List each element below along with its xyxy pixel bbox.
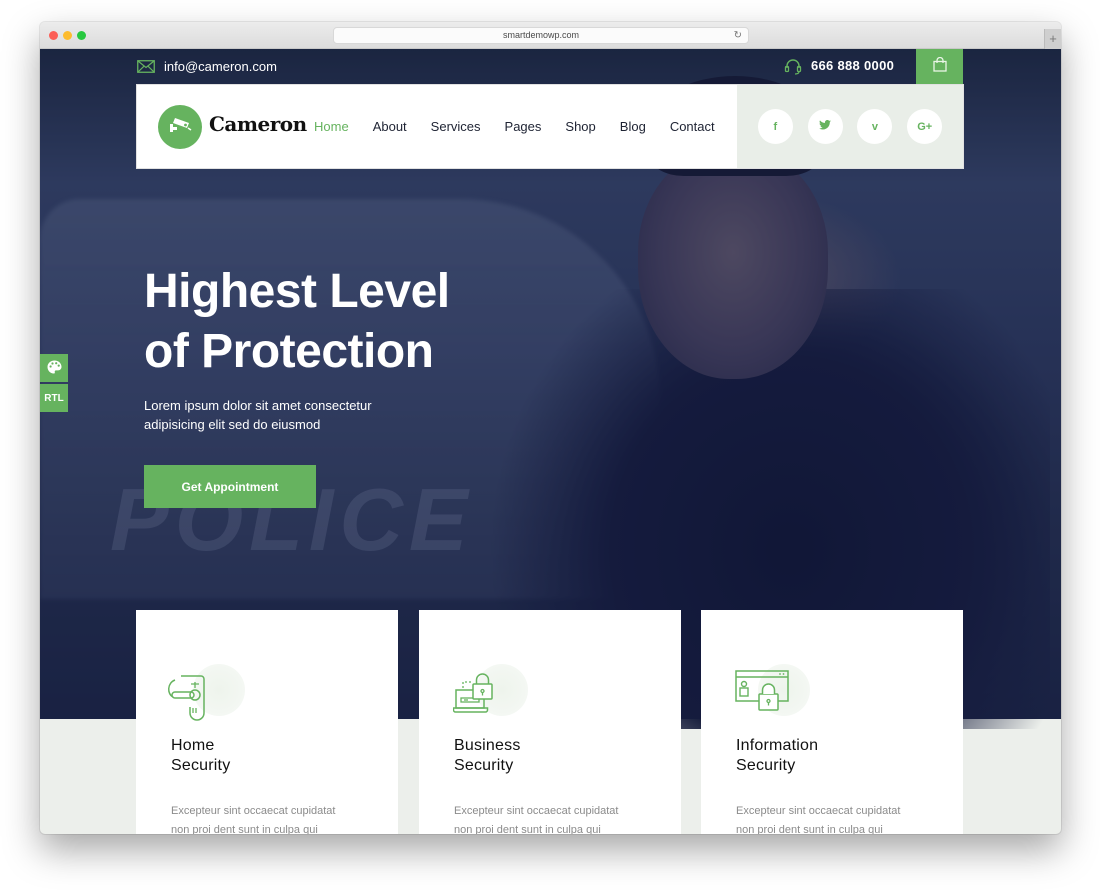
vimeo-button[interactable]: v [857,109,893,144]
nav-contact[interactable]: Contact [670,119,715,134]
security-camera-icon [167,115,193,140]
facebook-button[interactable]: f [757,109,793,144]
service-desc-line-1: Excepteur sint occaecat cupidatat [454,805,619,817]
close-window-button[interactable] [49,31,58,40]
nav-services[interactable]: Services [431,119,481,134]
service-title-line-1: Home [171,737,215,754]
palette-icon [47,360,62,377]
service-title-line-1: Business [454,737,521,754]
browser-lock-icon [735,670,791,717]
browser-titlebar: smartdemowp.com ↻ + [40,22,1061,49]
hero-title: Highest Level of Protection [144,262,564,382]
top-contact-bar: info@cameron.com 666 888 0000 [136,49,964,84]
logo-link[interactable] [158,105,202,149]
service-title: Home Security [171,736,230,776]
main-navbar: Cameron Home About Services Pages Shop B… [136,84,964,169]
service-title-line-1: Information [736,737,819,754]
service-title: Information Security [736,736,818,776]
facebook-icon: f [773,120,778,133]
address-bar[interactable]: smartdemowp.com ↻ [333,27,749,44]
hero-title-line-1: Highest Level [144,265,450,318]
service-desc-line-1: Excepteur sint occaecat cupidatat [736,805,901,817]
url-text: smartdemowp.com [502,30,580,40]
service-description: Excepteur sint occaecat cupidatat non pr… [736,802,936,834]
get-appointment-button[interactable]: Get Appointment [144,465,316,508]
shopping-bag-icon [932,56,947,77]
nav-pages[interactable]: Pages [505,119,542,134]
maximize-window-button[interactable] [77,31,86,40]
service-title-line-2: Security [454,757,514,774]
laptop-lock-icon [452,672,495,719]
service-desc-line-1: Excepteur sint occaecat cupidatat [171,805,336,817]
nav-blog[interactable]: Blog [620,119,646,134]
service-desc-line-2: non proi dent sunt in culpa qui [454,823,601,835]
service-title-line-2: Security [171,757,231,774]
envelope-icon [137,60,155,78]
hero-subtitle: Lorem ipsum dolor sit amet consectetur a… [144,396,444,434]
reload-icon[interactable]: ↻ [734,28,742,43]
social-links: f v G+ [737,85,963,168]
twitter-icon [819,119,832,133]
brand-name[interactable]: Cameron [209,112,307,136]
email-link[interactable]: info@cameron.com [164,59,277,74]
service-desc-line-2: non proi dent sunt in culpa qui [736,823,883,835]
primary-nav: Home About Services Pages Shop Blog Cont… [314,119,739,134]
nav-shop[interactable]: Shop [565,119,595,134]
service-card-business-security[interactable]: Business Security Excepteur sint occaeca… [419,610,681,834]
nav-home[interactable]: Home [314,119,349,134]
service-card-information-security[interactable]: Information Security Excepteur sint occa… [701,610,963,834]
new-tab-button[interactable]: + [1044,29,1061,49]
nav-about[interactable]: About [373,119,407,134]
google-plus-icon: G+ [917,120,933,133]
google-plus-button[interactable]: G+ [907,109,943,144]
hero-subtitle-line-1: Lorem ipsum dolor sit amet consectetur [144,398,372,413]
rtl-toggle[interactable]: RTL [40,384,68,412]
service-card-home-security[interactable]: Home Security Excepteur sint occaecat cu… [136,610,398,834]
twitter-button[interactable] [807,109,843,144]
headset-icon [784,58,802,80]
cart-button[interactable] [916,49,963,84]
vimeo-icon: v [871,120,878,133]
service-title-line-2: Security [736,757,796,774]
color-palette-toggle[interactable] [40,354,68,382]
door-lock-icon [166,672,210,727]
minimize-window-button[interactable] [63,31,72,40]
hero-subtitle-line-2: adipisicing elit sed do eiusmod [144,417,321,432]
service-title: Business Security [454,736,521,776]
service-description: Excepteur sint occaecat cupidatat non pr… [454,802,654,834]
phone-number[interactable]: 666 888 0000 [811,58,894,73]
service-desc-line-2: non proi dent sunt in culpa qui [171,823,318,835]
service-description: Excepteur sint occaecat cupidatat non pr… [171,802,371,834]
hero-title-line-2: of Protection [144,325,434,378]
browser-window: smartdemowp.com ↻ + POLICE info@cameron.… [40,22,1061,834]
